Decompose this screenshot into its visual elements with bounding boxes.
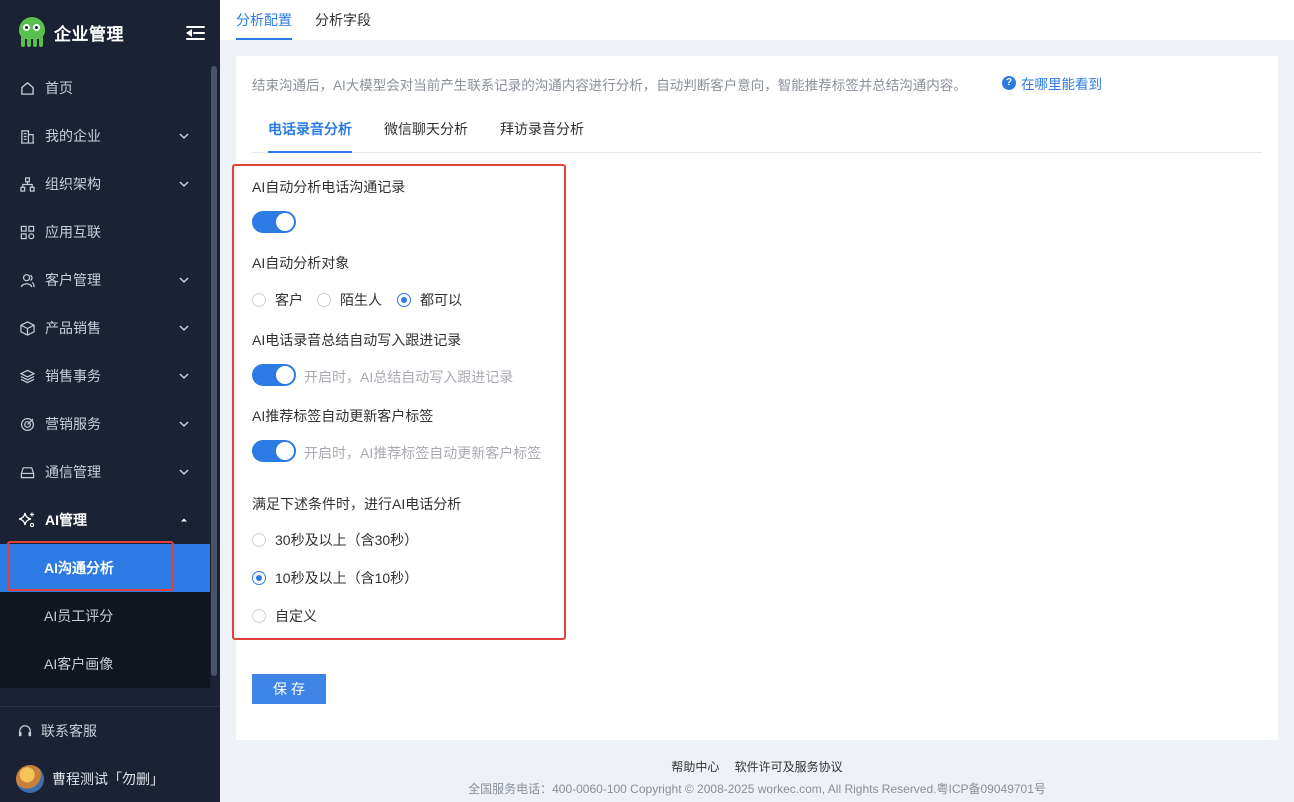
customers-icon	[18, 271, 36, 289]
analysis-sub-tabs: 电话录音分析 微信聊天分析 拜访录音分析	[252, 112, 1262, 153]
radio-label: 都可以	[420, 292, 462, 308]
tag-hint: 开启时，AI推荐标签自动更新客户标签	[304, 445, 542, 461]
help-center-link[interactable]: 帮助中心	[671, 760, 719, 774]
chevron-down-icon	[179, 373, 189, 380]
radio-circle	[252, 533, 266, 547]
tab-analysis-config[interactable]: 分析配置	[236, 0, 292, 40]
home-icon	[18, 79, 36, 97]
radio-circle	[252, 609, 266, 623]
summary-hint: 开启时，AI总结自动写入跟进记录	[304, 369, 514, 385]
auto-analyze-label: AI自动分析电话沟通记录	[252, 179, 406, 195]
save-button[interactable]: 保存	[252, 674, 326, 704]
tab-analysis-fields[interactable]: 分析字段	[315, 0, 371, 40]
target-label: AI自动分析对象	[252, 255, 350, 271]
radio-circle	[317, 293, 331, 307]
footer-links: 帮助中心 软件许可及服务协议	[220, 758, 1294, 775]
sidebar-item-label: 销售事务	[45, 368, 101, 384]
tab-wechat-chat[interactable]: 微信聊天分析	[384, 112, 468, 153]
sidebar-item-label: 应用互联	[45, 224, 101, 240]
radio-label: 客户	[275, 292, 303, 308]
highlight-box	[7, 541, 174, 591]
radio-label: 自定义	[275, 608, 317, 624]
sidebar-subitem-ai-staff-score[interactable]: AI员工评分	[0, 592, 210, 640]
contact-support-label: 联系客服	[41, 723, 97, 739]
org-chart-icon	[18, 175, 36, 193]
building-icon	[18, 127, 36, 145]
sidebar-item-customer-mgmt[interactable]: 客户管理	[0, 256, 210, 304]
footer-copyright: 全国服务电话：400-0060-100 Copyright © 2008-202…	[468, 782, 1046, 796]
chevron-down-icon	[179, 325, 189, 332]
condition-radio-30s[interactable]: 30秒及以上（含30秒）	[252, 530, 418, 550]
user-profile[interactable]: 曹程测试「勿删」	[0, 755, 220, 802]
sidebar-item-org-structure[interactable]: 组织架构	[0, 160, 210, 208]
sidebar-item-label: AI管理	[45, 512, 87, 528]
sidebar-item-my-company[interactable]: 我的企业	[0, 112, 210, 160]
sidebar-item-label: 首页	[45, 80, 73, 96]
radio-label: 30秒及以上（含30秒）	[275, 532, 419, 548]
chevron-down-icon	[179, 133, 189, 140]
sidebar-subitem-ai-customer-profile[interactable]: AI客户画像	[0, 640, 210, 688]
sparkle-icon	[18, 511, 36, 529]
tab-visit-recording[interactable]: 拜访录音分析	[500, 112, 584, 153]
where-to-see-link[interactable]: ? 在哪里能看到	[1002, 73, 1102, 93]
sidebar-scrollbar[interactable]	[211, 66, 217, 676]
sidebar-item-label: 客户管理	[45, 272, 101, 288]
sidebar-item-comm-mgmt[interactable]: 通信管理	[0, 448, 210, 496]
sidebar: 企业管理 首页 我的企业 组织架构 应用互联 客户管理 产品销售 销售事务 营销…	[0, 0, 220, 802]
sidebar-item-ai-mgmt[interactable]: AI管理	[0, 496, 210, 544]
apps-grid-icon	[18, 223, 36, 241]
sidebar-item-app-connect[interactable]: 应用互联	[0, 208, 210, 256]
radio-label: 陌生人	[340, 292, 382, 308]
sidebar-item-label: 组织架构	[45, 176, 101, 192]
chevron-down-icon	[179, 421, 189, 428]
octopus-logo-icon	[18, 17, 46, 47]
target-icon	[18, 415, 36, 433]
inbox-icon	[18, 463, 36, 481]
chevron-down-icon	[179, 277, 189, 284]
brand-title: 企业管理	[54, 24, 124, 44]
summary-label: AI电话录音总结自动写入跟进记录	[252, 332, 462, 348]
license-agreement-link[interactable]: 软件许可及服务协议	[735, 760, 843, 774]
question-icon: ?	[1002, 76, 1016, 90]
main-card: 结束沟通后，AI大模型会对当前产生联系记录的沟通内容进行分析，自动判断客户意向，…	[232, 56, 1278, 740]
target-radio-customer[interactable]: 客户	[252, 290, 303, 310]
headset-icon	[18, 724, 32, 738]
chevron-down-icon	[179, 181, 189, 188]
layers-icon	[18, 367, 36, 385]
target-radio-stranger[interactable]: 陌生人	[317, 290, 382, 310]
sidebar-item-label: 通信管理	[45, 464, 101, 480]
sidebar-item-label: 营销服务	[45, 416, 101, 432]
sidebar-item-product-sales[interactable]: 产品销售	[0, 304, 210, 352]
condition-label: 满足下述条件时，进行AI电话分析	[252, 496, 462, 512]
radio-circle	[252, 571, 266, 585]
box-icon	[18, 319, 36, 337]
auto-analyze-toggle[interactable]	[252, 211, 296, 233]
description-text: 结束沟通后，AI大模型会对当前产生联系记录的沟通内容进行分析，自动判断客户意向，…	[252, 78, 967, 93]
top-tabs: 分析配置 分析字段	[220, 0, 1294, 40]
radio-circle	[252, 293, 266, 307]
radio-circle	[397, 293, 411, 307]
tag-toggle[interactable]	[252, 440, 296, 462]
radio-label: 10秒及以上（含10秒）	[275, 570, 419, 586]
sidebar-item-sales-affairs[interactable]: 销售事务	[0, 352, 210, 400]
collapse-menu-icon[interactable]	[186, 25, 205, 40]
tab-phone-recording[interactable]: 电话录音分析	[268, 112, 352, 153]
chevron-down-icon	[179, 469, 189, 476]
condition-radio-custom[interactable]: 自定义	[252, 606, 317, 626]
sidebar-item-label: 产品销售	[45, 320, 101, 336]
summary-toggle[interactable]	[252, 364, 296, 386]
target-radio-both[interactable]: 都可以	[397, 290, 462, 310]
help-link-label: 在哪里能看到	[1021, 77, 1102, 92]
avatar	[16, 765, 44, 793]
user-name: 曹程测试「勿删」	[52, 771, 164, 787]
chevron-up-icon	[181, 518, 187, 522]
sidebar-item-marketing-service[interactable]: 营销服务	[0, 400, 210, 448]
sidebar-item-label: 我的企业	[45, 128, 101, 144]
contact-support[interactable]: 联系客服	[0, 707, 220, 755]
tag-label: AI推荐标签自动更新客户标签	[252, 408, 434, 424]
condition-radio-10s[interactable]: 10秒及以上（含10秒）	[252, 568, 418, 588]
sidebar-item-home[interactable]: 首页	[0, 64, 210, 112]
sidebar-menu: 首页 我的企业 组织架构 应用互联 客户管理 产品销售 销售事务 营销服务 通信…	[0, 64, 210, 688]
sidebar-bottom: 联系客服 曹程测试「勿删」	[0, 706, 220, 802]
